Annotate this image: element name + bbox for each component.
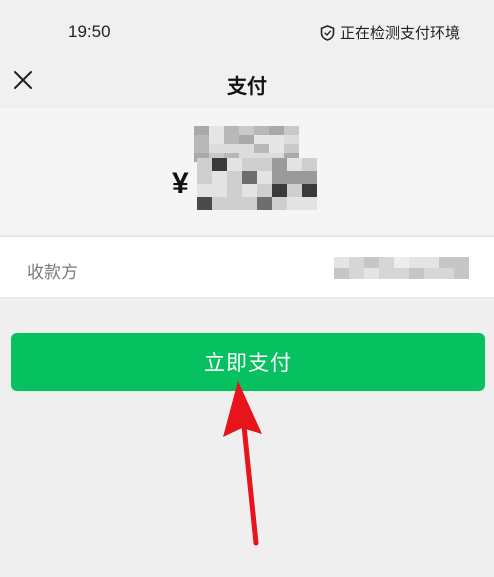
amount-section: ¥ <box>0 108 494 234</box>
mosaic-block <box>349 257 364 268</box>
mosaic-block <box>211 197 227 210</box>
mosaic-block <box>269 144 284 153</box>
mosaic-block <box>364 257 379 268</box>
amount-value-pixelated <box>196 158 317 210</box>
mosaic-block <box>196 197 212 210</box>
mosaic-block <box>209 144 224 153</box>
mosaic-block <box>226 158 242 171</box>
mosaic-block <box>334 257 349 268</box>
mosaic-block <box>211 158 227 171</box>
mosaic-block <box>394 268 409 279</box>
mosaic-block <box>241 158 257 171</box>
mosaic-block <box>424 257 439 268</box>
page-title: 支付 <box>227 74 267 98</box>
mosaic-block <box>271 171 287 184</box>
payment-env-text: 正在检测支付环境 <box>339 24 460 42</box>
mosaic-block <box>256 158 272 171</box>
mosaic-block <box>241 184 257 197</box>
mosaic-block <box>379 268 394 279</box>
mosaic-block <box>209 135 224 144</box>
merchant-name-pixelated <box>194 126 299 162</box>
mosaic-block <box>271 197 287 210</box>
mosaic-block <box>286 171 302 184</box>
mosaic-block <box>424 268 439 279</box>
mosaic-block <box>256 197 272 210</box>
nav-bar: 支付 <box>0 60 494 106</box>
mosaic-block <box>196 171 212 184</box>
mosaic-block <box>286 184 302 197</box>
mosaic-block <box>241 197 257 210</box>
mosaic-block <box>286 158 302 171</box>
mosaic-block <box>209 126 224 135</box>
mosaic-block <box>409 268 424 279</box>
mosaic-block <box>226 184 242 197</box>
mosaic-block <box>224 126 239 135</box>
mosaic-block <box>239 135 254 144</box>
mosaic-block <box>394 257 409 268</box>
mosaic-block <box>269 135 284 144</box>
mosaic-block <box>349 268 364 279</box>
mosaic-block <box>454 268 469 279</box>
mosaic-block <box>269 126 284 135</box>
mosaic-block <box>226 171 242 184</box>
mosaic-block <box>271 158 287 171</box>
mosaic-block <box>284 135 299 144</box>
status-bar: 19:50 正在检测支付环境 <box>0 0 494 60</box>
mosaic-block <box>286 197 302 210</box>
mosaic-block <box>254 144 269 153</box>
mosaic-block <box>301 158 317 171</box>
mosaic-block <box>196 184 212 197</box>
mosaic-block <box>194 144 209 153</box>
mosaic-block <box>239 144 254 153</box>
mosaic-block <box>409 257 424 268</box>
mosaic-block <box>284 144 299 153</box>
mosaic-block <box>379 257 394 268</box>
mosaic-block <box>241 171 257 184</box>
mosaic-block <box>364 268 379 279</box>
mosaic-block <box>439 257 454 268</box>
pay-now-button[interactable]: 立即支付 <box>11 333 485 391</box>
mosaic-block <box>196 158 212 171</box>
mosaic-block <box>301 197 317 210</box>
mosaic-block <box>284 126 299 135</box>
mosaic-block <box>439 268 454 279</box>
mosaic-block <box>224 135 239 144</box>
mosaic-block <box>211 184 227 197</box>
mosaic-block <box>256 184 272 197</box>
payee-label: 收款方 <box>27 263 78 283</box>
shield-icon <box>320 24 335 41</box>
mosaic-block <box>454 257 469 268</box>
mosaic-block <box>239 126 254 135</box>
mosaic-block <box>211 171 227 184</box>
mosaic-block <box>256 171 272 184</box>
mosaic-block <box>301 184 317 197</box>
mosaic-block <box>194 126 209 135</box>
mosaic-block <box>271 184 287 197</box>
mosaic-block <box>226 197 242 210</box>
amount-row: ¥ <box>172 158 317 210</box>
mosaic-block <box>224 144 239 153</box>
payee-row: 收款方 <box>0 236 494 298</box>
mosaic-block <box>301 171 317 184</box>
mosaic-block <box>254 135 269 144</box>
payment-env-status: 正在检测支付环境 <box>320 22 460 43</box>
status-time: 19:50 <box>68 22 111 41</box>
mosaic-block <box>194 135 209 144</box>
payee-name-pixelated <box>334 257 469 279</box>
mosaic-block <box>334 268 349 279</box>
currency-symbol: ¥ <box>172 167 189 200</box>
mosaic-block <box>254 126 269 135</box>
